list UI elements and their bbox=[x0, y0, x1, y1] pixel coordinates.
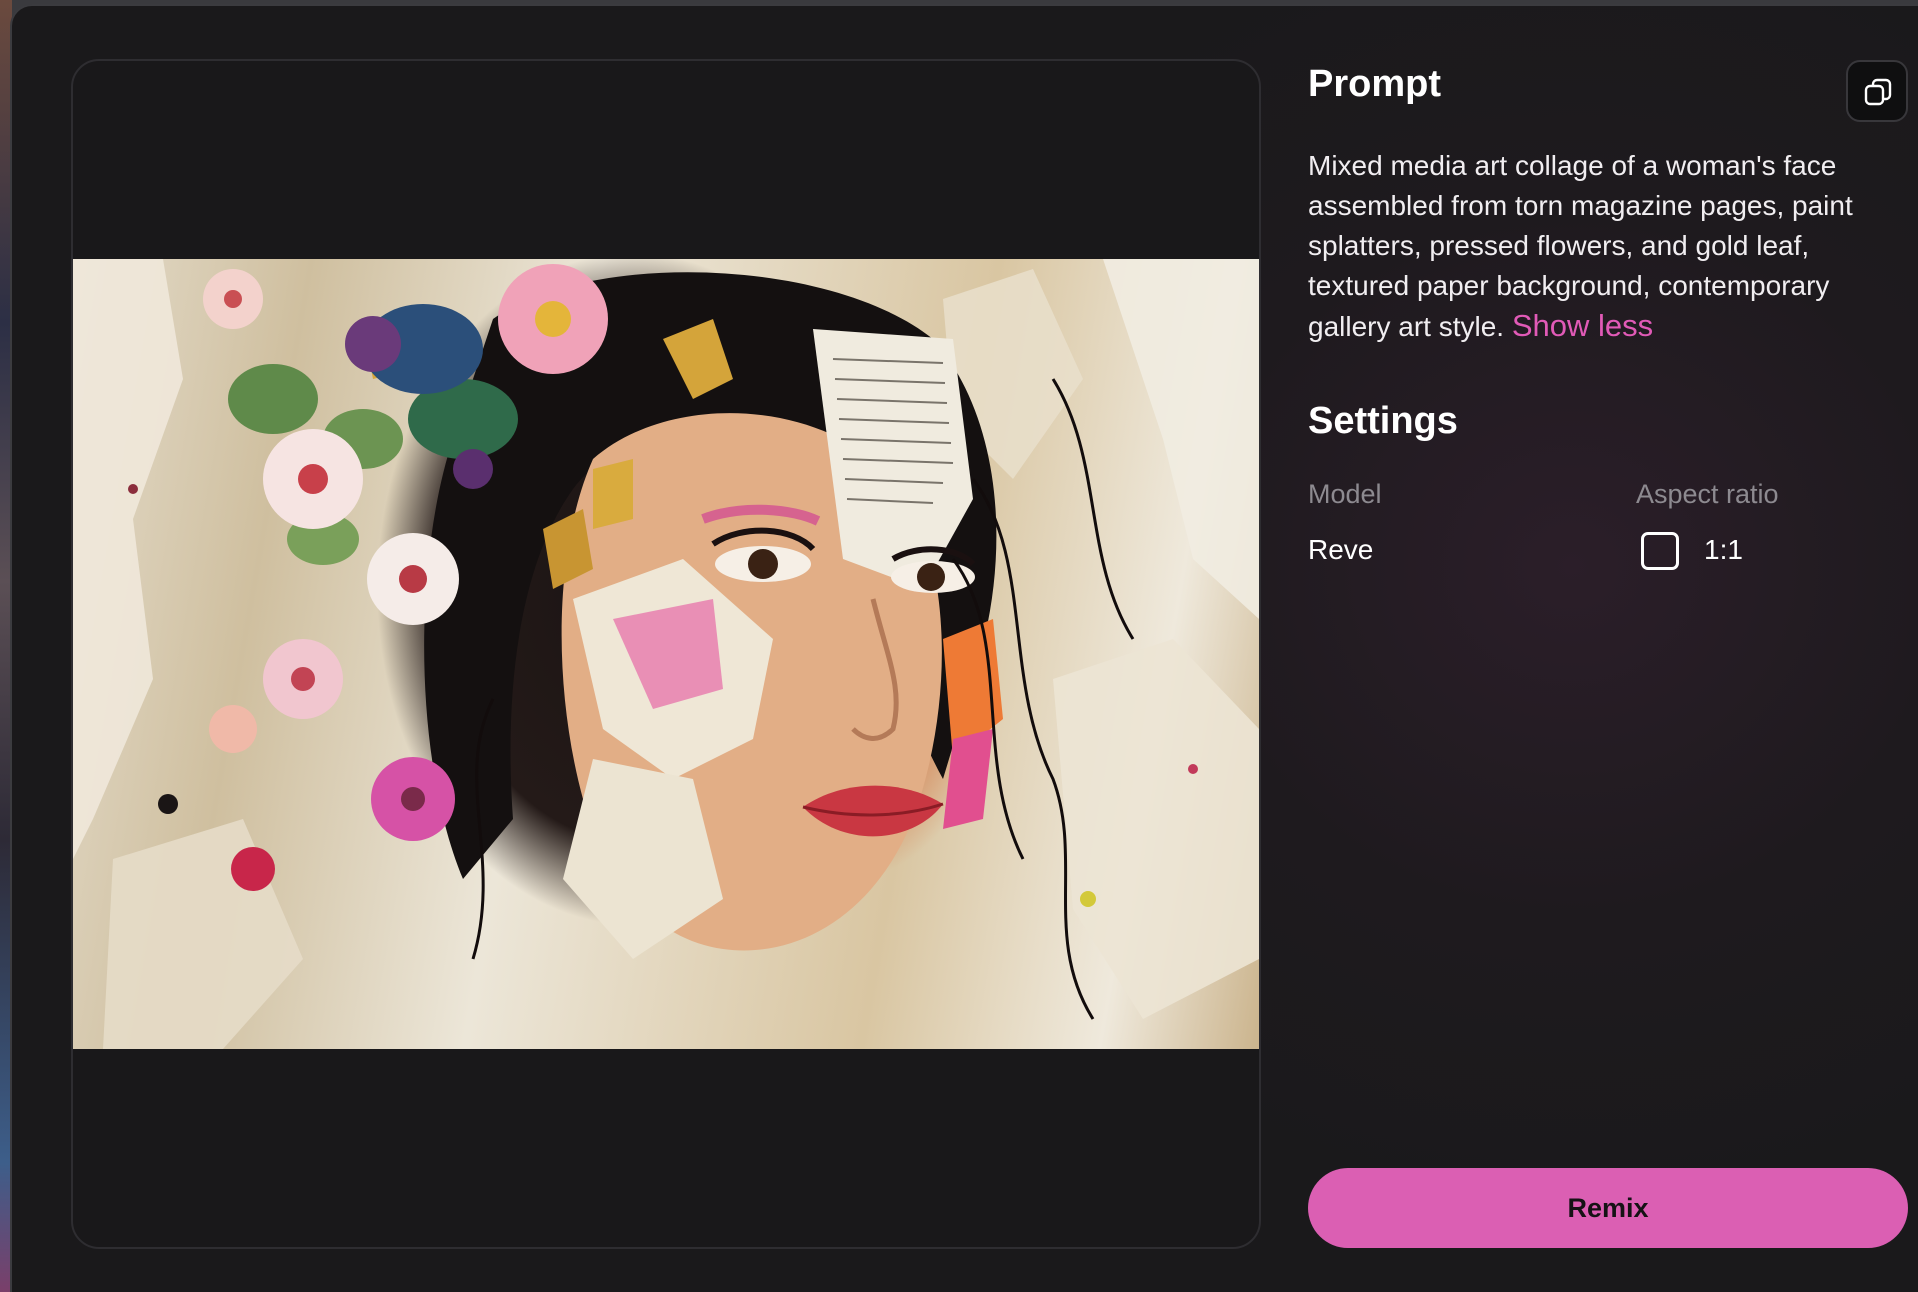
prompt-heading: Prompt bbox=[1308, 63, 1441, 105]
collage-illustration bbox=[73, 259, 1259, 1049]
aspect-ratio-value: 1:1 bbox=[1704, 534, 1743, 565]
show-less-link[interactable]: Show less bbox=[1512, 308, 1653, 343]
image-detail-modal: Prompt Mixed media art collage of a woma… bbox=[10, 4, 1918, 1292]
copy-icon bbox=[1864, 78, 1892, 106]
generated-image[interactable] bbox=[73, 259, 1259, 1049]
image-preview-panel bbox=[71, 59, 1261, 1249]
model-label: Model bbox=[1308, 479, 1382, 509]
settings-heading: Settings bbox=[1308, 400, 1458, 442]
copy-prompt-button[interactable] bbox=[1846, 60, 1908, 122]
prompt-description: Mixed media art collage of a woman's fac… bbox=[1308, 146, 1908, 347]
model-value: Reve bbox=[1308, 534, 1374, 565]
square-aspect-icon bbox=[1641, 532, 1679, 570]
remix-button[interactable]: Remix bbox=[1308, 1168, 1908, 1248]
aspect-ratio-label: Aspect ratio bbox=[1636, 479, 1779, 509]
